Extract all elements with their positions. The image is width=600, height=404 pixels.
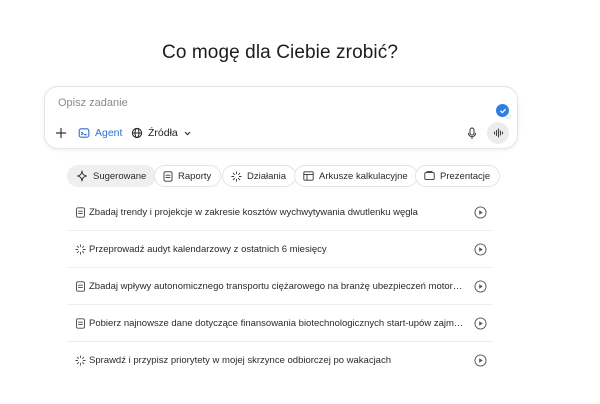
document-icon bbox=[76, 281, 85, 292]
chip-label: Prezentacje bbox=[440, 170, 491, 182]
chip-dzialania[interactable]: Działania bbox=[222, 165, 297, 187]
sparkle-icon bbox=[77, 170, 87, 182]
chip-label: Działania bbox=[247, 170, 287, 182]
spark-burst-icon bbox=[75, 355, 86, 366]
microphone-icon bbox=[468, 127, 476, 139]
sources-label: Źródła bbox=[148, 127, 178, 139]
category-chips: Sugerowane Raporty Działania Arkusze kal… bbox=[67, 165, 507, 187]
suggestion-list: Zbadaj trendy i projekcje w zakresie kos… bbox=[67, 194, 493, 379]
play-icon[interactable] bbox=[474, 354, 487, 367]
task-composer[interactable]: Opisz zadanie Agent Źródła bbox=[44, 86, 518, 149]
spark-burst-icon bbox=[75, 244, 86, 255]
page: Co mogę dla Ciebie zrobić? Opisz zadanie… bbox=[0, 0, 600, 404]
table-icon bbox=[303, 171, 314, 181]
agent-label: Agent bbox=[95, 127, 123, 139]
add-attachment-button[interactable] bbox=[55, 123, 69, 143]
chip-label: Arkusze kalkulacyjne bbox=[319, 170, 408, 182]
suggestion-item[interactable]: Sprawdź i przypisz priorytety w mojej sk… bbox=[67, 342, 493, 379]
chip-label: Sugerowane bbox=[93, 170, 147, 182]
play-icon[interactable] bbox=[474, 317, 487, 330]
suggestion-text: Zbadaj trendy i projekcje w zakresie kos… bbox=[89, 207, 418, 218]
suggestion-item[interactable]: Zbadaj trendy i projekcje w zakresie kos… bbox=[67, 194, 493, 231]
suggestion-item[interactable]: Pobierz najnowsze dane dotyczące finanso… bbox=[67, 305, 493, 342]
chevron-down-icon bbox=[184, 131, 191, 135]
agent-toggle-button[interactable]: Agent bbox=[78, 123, 122, 143]
chip-label: Raporty bbox=[178, 170, 212, 182]
microphone-button[interactable] bbox=[465, 123, 479, 143]
suggestion-text: Sprawdź i przypisz priorytety w mojej sk… bbox=[89, 355, 392, 366]
suggestion-item[interactable]: Przeprowadź audyt kalendarzowy z ostatni… bbox=[67, 231, 493, 268]
document-icon bbox=[163, 170, 173, 182]
plus-icon bbox=[55, 127, 67, 139]
suggestion-item[interactable]: Zbadaj wpływy autonomicznego transportu … bbox=[67, 268, 493, 305]
sources-dropdown[interactable]: Źródła bbox=[131, 123, 192, 143]
globe-icon bbox=[131, 127, 143, 139]
suggestion-text: Zbadaj wpływy autonomicznego transportu … bbox=[89, 281, 467, 292]
suggestion-text: Przeprowadź audyt kalendarzowy z ostatni… bbox=[89, 244, 327, 255]
suggestion-text: Pobierz najnowsze dane dotyczące finanso… bbox=[89, 318, 467, 329]
chip-sugerowane[interactable]: Sugerowane bbox=[67, 165, 157, 187]
chip-raporty[interactable]: Raporty bbox=[154, 165, 222, 187]
audio-waveform-icon bbox=[493, 128, 503, 138]
chip-arkusze[interactable]: Arkusze kalkulacyjne bbox=[294, 165, 418, 187]
page-title: Co mogę dla Ciebie zrobić? bbox=[162, 42, 398, 63]
account-avatar-icon[interactable] bbox=[496, 104, 511, 119]
chip-prezentacje[interactable]: Prezentacje bbox=[415, 165, 501, 187]
play-icon[interactable] bbox=[474, 243, 487, 256]
voice-mode-button[interactable] bbox=[487, 122, 509, 144]
document-icon bbox=[76, 207, 85, 218]
spark-burst-icon bbox=[231, 170, 242, 182]
agent-icon bbox=[78, 128, 90, 138]
play-icon[interactable] bbox=[474, 206, 487, 219]
task-input[interactable]: Opisz zadanie bbox=[58, 97, 128, 109]
document-icon bbox=[76, 318, 85, 329]
slides-icon bbox=[424, 171, 435, 181]
play-icon[interactable] bbox=[474, 280, 487, 293]
